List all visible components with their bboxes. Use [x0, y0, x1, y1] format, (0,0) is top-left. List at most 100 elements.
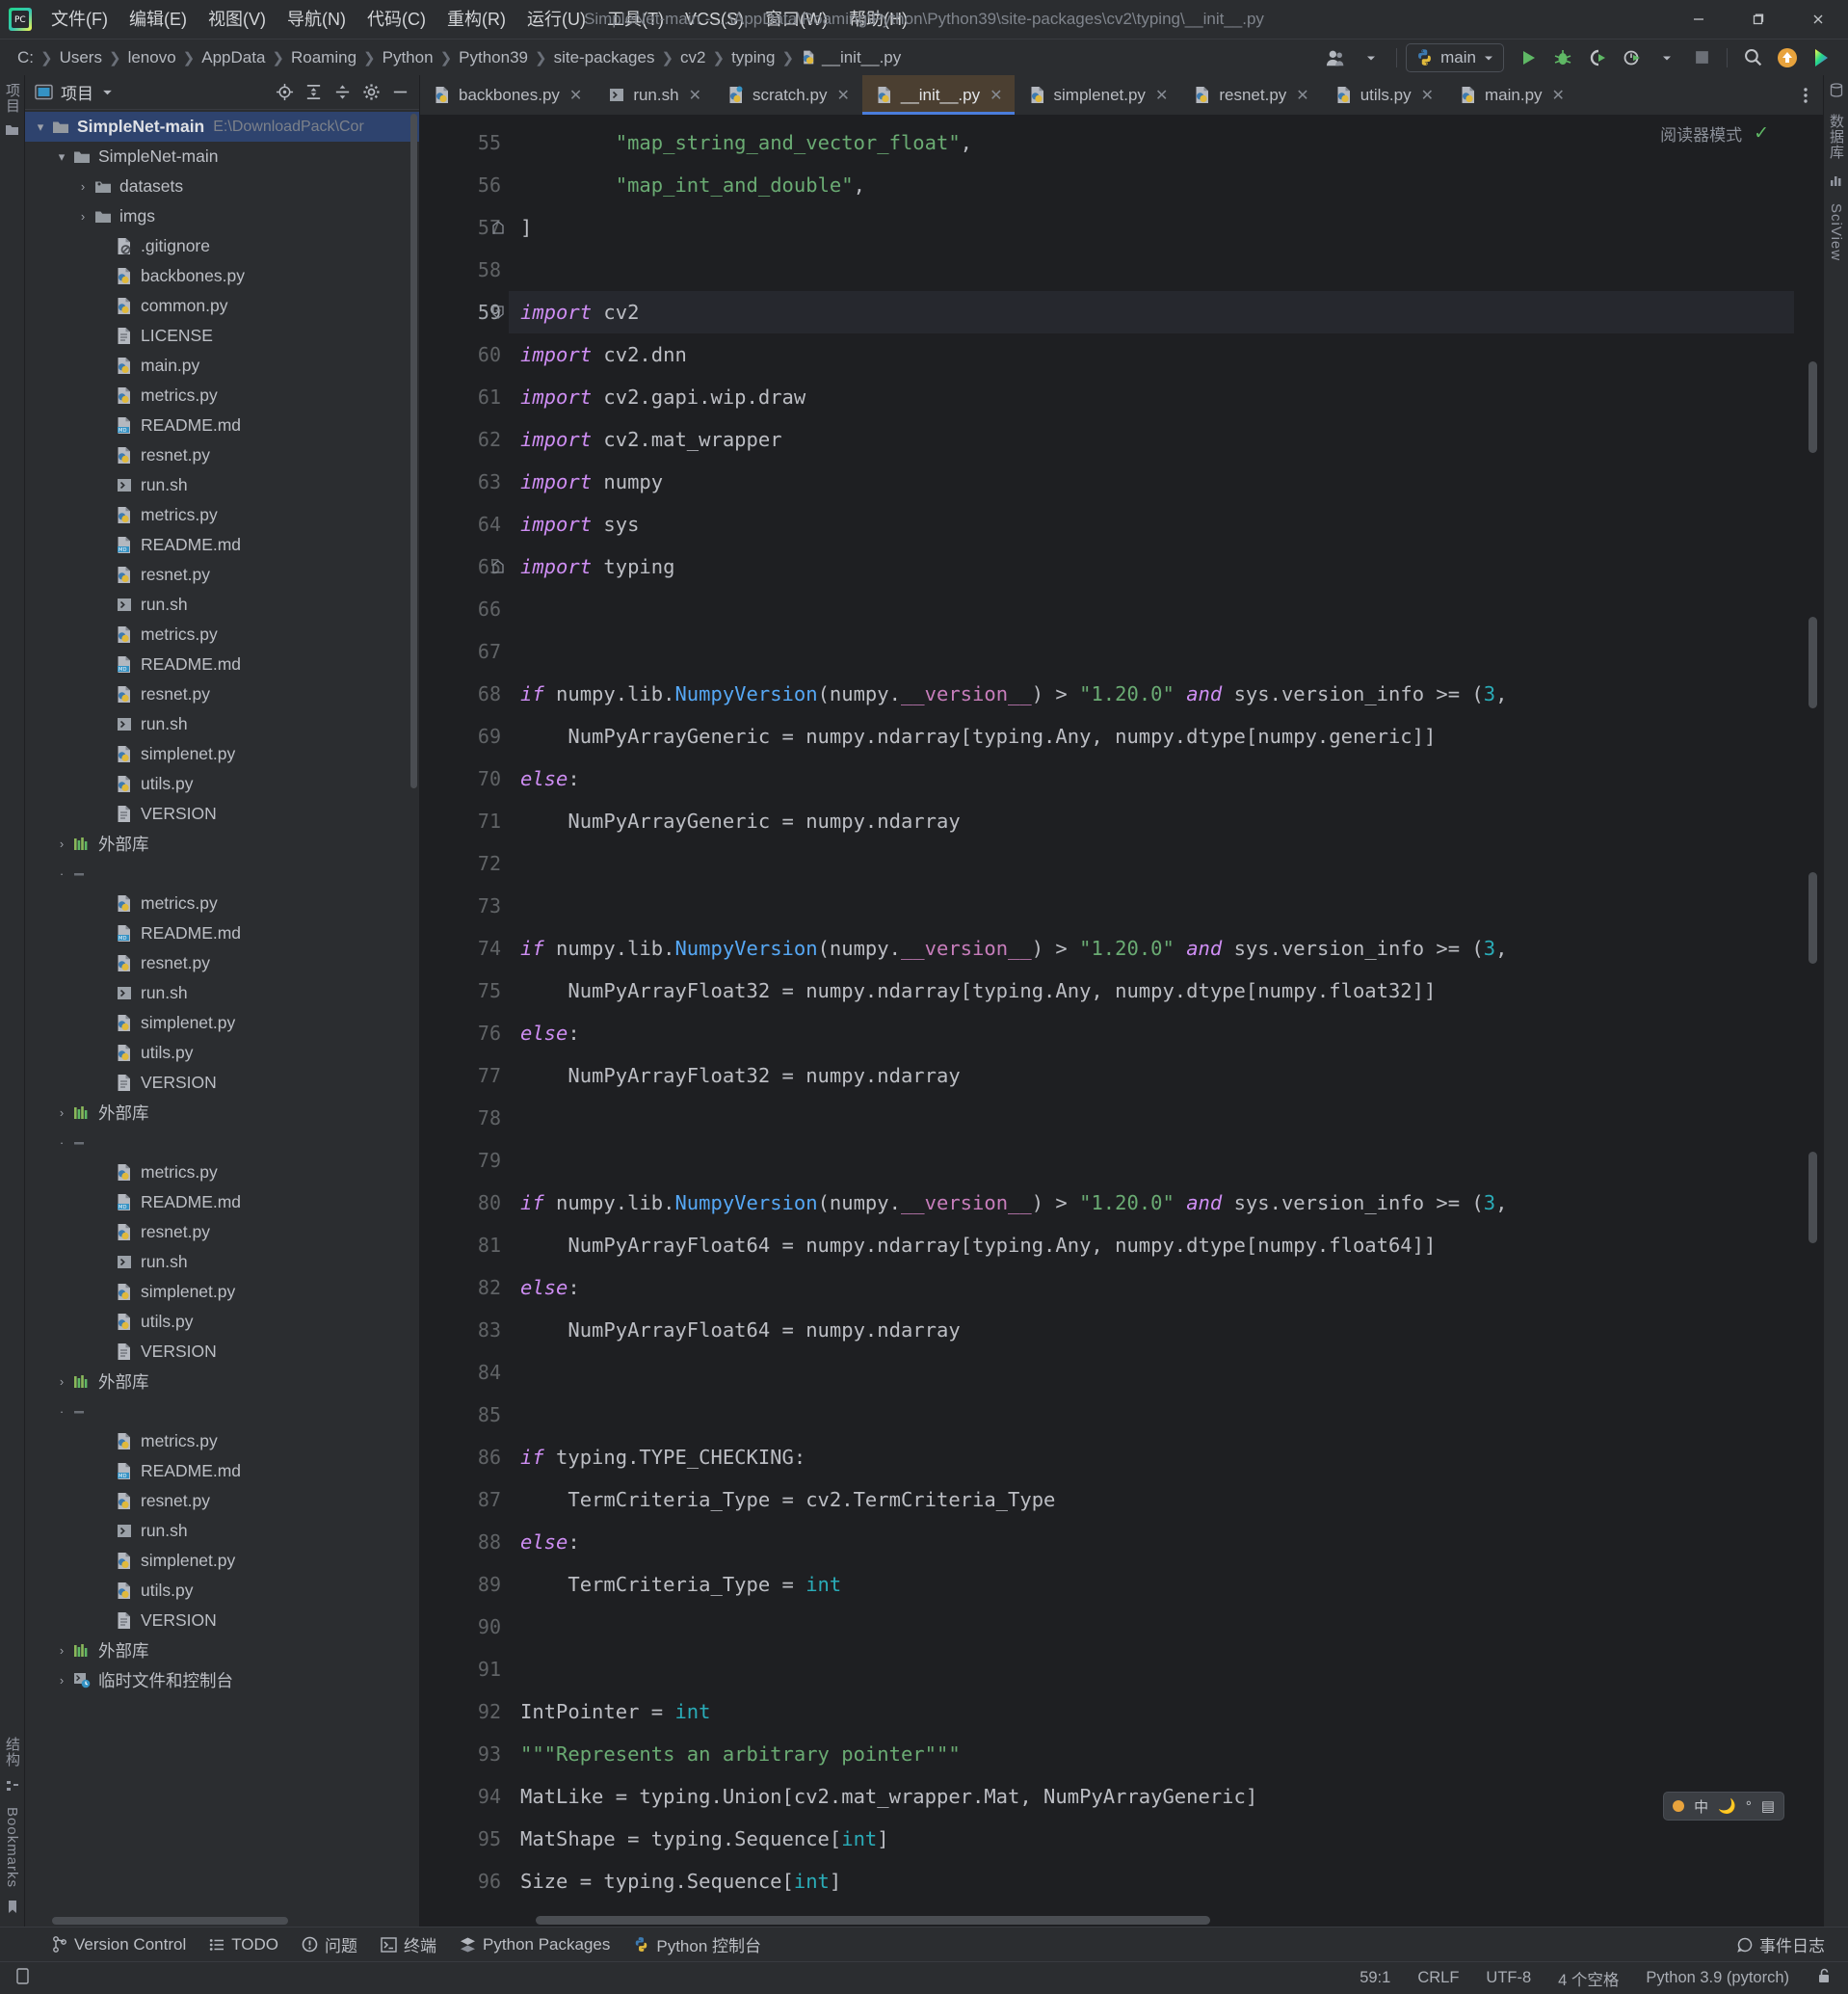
chevron-right-icon[interactable]: › [52, 837, 71, 851]
tree-item-run-sh[interactable]: run.sh [25, 1516, 419, 1546]
fold-end-icon[interactable] [491, 221, 505, 234]
line-number[interactable]: 72 [420, 842, 509, 885]
locate-file-icon[interactable] [272, 79, 298, 105]
close-tab-icon[interactable]: ✕ [1421, 86, 1434, 105]
ime-menu-icon[interactable]: ▤ [1761, 1797, 1775, 1815]
tool-python-packages[interactable]: Python Packages [450, 1931, 620, 1958]
tree-item--gitignore[interactable]: .gitignore [25, 231, 419, 261]
code-line[interactable] [509, 249, 1794, 291]
line-number[interactable]: 81 [420, 1224, 509, 1266]
code-line[interactable]: TermCriteria_Type = int [509, 1563, 1794, 1606]
breadcrumb-item[interactable]: Roaming [287, 48, 360, 67]
moon-icon[interactable]: 🌙 [1718, 1797, 1736, 1815]
breadcrumb-item[interactable]: AppData [198, 48, 269, 67]
tree-item-version[interactable]: VERSION [25, 1606, 419, 1635]
tree-item-metrics-py[interactable]: metrics.py [25, 889, 419, 918]
tree-item-main-py[interactable]: main.py [25, 351, 419, 381]
code-line[interactable]: NumPyArrayGeneric = numpy.ndarray [509, 800, 1794, 842]
menu-help[interactable]: 帮助(H) [838, 0, 918, 39]
tree-item-readme-md[interactable]: MD README.md [25, 650, 419, 679]
tree-item-utils-py[interactable]: utils.py [25, 769, 419, 799]
stop-button[interactable] [1685, 43, 1718, 72]
tool-version-control[interactable]: Version Control [42, 1931, 196, 1958]
breadcrumb-item[interactable]: Users [56, 48, 106, 67]
memory-indicator-icon[interactable] [12, 1967, 34, 1990]
tree-spacer[interactable]: · [52, 866, 71, 881]
code-line[interactable] [509, 1648, 1794, 1690]
line-number[interactable]: 92 [420, 1690, 509, 1733]
run-with-coverage-button[interactable] [1581, 43, 1614, 72]
breadcrumb-item[interactable]: C: [13, 48, 38, 67]
menu-file[interactable]: 文件(F) [40, 0, 119, 39]
collapse-all-icon[interactable] [330, 79, 356, 105]
tree-item-run-sh[interactable]: run.sh [25, 590, 419, 620]
project-tree[interactable]: ▾ SimpleNet-main E:\DownloadPack\Cor ▾ Simpl… [25, 110, 419, 1914]
line-number[interactable]: 74 [420, 927, 509, 970]
close-tab-icon[interactable]: ✕ [990, 86, 1002, 105]
code-line[interactable]: if numpy.lib.NumpyVersion(numpy.__versio… [509, 673, 1794, 715]
lock-icon[interactable] [1813, 1967, 1835, 1989]
ime-status-bar[interactable]: 中 🌙 ° ▤ [1663, 1792, 1784, 1821]
code-line[interactable] [509, 630, 1794, 673]
tree-item-utils-py[interactable]: utils.py [25, 1307, 419, 1337]
code-line[interactable] [509, 1394, 1794, 1436]
chevron-right-icon[interactable]: › [52, 1105, 71, 1120]
close-tab-icon[interactable]: ✕ [836, 86, 849, 105]
line-number[interactable]: 73 [420, 885, 509, 927]
line-number[interactable]: 76 [420, 1012, 509, 1054]
line-number[interactable]: 62 [420, 418, 509, 461]
tool-event-log[interactable]: 事件日志 [1728, 1931, 1835, 1958]
tree-item-resnet-py[interactable]: resnet.py [25, 560, 419, 590]
code-line[interactable]: "map_int_and_double", [509, 164, 1794, 206]
tree-item-resnet-py[interactable]: resnet.py [25, 1486, 419, 1516]
tree-item-utils-py[interactable]: utils.py [25, 1576, 419, 1606]
tree-item-metrics-py[interactable]: metrics.py [25, 1157, 419, 1187]
code-line[interactable]: NumPyArrayFloat64 = numpy.ndarray [509, 1309, 1794, 1351]
code-line[interactable]: if numpy.lib.NumpyVersion(numpy.__versio… [509, 927, 1794, 970]
caret-position[interactable]: 59:1 [1357, 1969, 1393, 1987]
code-line[interactable]: if numpy.lib.NumpyVersion(numpy.__versio… [509, 1182, 1794, 1224]
code-line[interactable]: MatShape = typing.Sequence[int] [509, 1818, 1794, 1860]
tree-item-run-sh[interactable]: run.sh [25, 709, 419, 739]
search-everywhere-icon[interactable] [1736, 43, 1769, 72]
code-line[interactable] [509, 1139, 1794, 1182]
project-tree-scrollbar[interactable] [410, 114, 417, 788]
tree-item-resnet-py[interactable]: resnet.py [25, 440, 419, 470]
gear-icon[interactable] [358, 79, 384, 105]
tree-item-metrics-py[interactable]: metrics.py [25, 381, 419, 411]
tree-item-simplenet-py[interactable]: simplenet.py [25, 1277, 419, 1307]
line-number[interactable]: 61 [420, 376, 509, 418]
breadcrumb-item[interactable]: typing [727, 48, 779, 67]
line-number[interactable]: 85 [420, 1394, 509, 1436]
code-line[interactable]: """Represents an arbitrary pointer""" [509, 1733, 1794, 1775]
menu-vcs[interactable]: VCS(S) [674, 0, 754, 39]
profile-button[interactable] [1616, 43, 1649, 72]
line-number[interactable]: 69 [420, 715, 509, 758]
tree-item-placeholder[interactable]: · [25, 1128, 419, 1157]
tree-item-simplenet-main[interactable]: ▾ SimpleNet-main E:\DownloadPack\Cor [25, 112, 419, 142]
chevron-right-icon[interactable]: › [73, 179, 92, 194]
code-line[interactable]: ] [509, 206, 1794, 249]
tree-item-resnet-py[interactable]: resnet.py [25, 1217, 419, 1247]
tree-item----[interactable]: › 外部库 [25, 829, 419, 859]
tree-item-run-sh[interactable]: run.sh [25, 978, 419, 1008]
editor-tab-scratch-py[interactable]: scratch.py ✕ [714, 75, 862, 115]
tree-item-readme-md[interactable]: MD README.md [25, 411, 419, 440]
line-number[interactable]: 66 [420, 588, 509, 630]
tree-item-placeholder[interactable]: · [25, 1396, 419, 1426]
line-number[interactable]: 87 [420, 1478, 509, 1521]
code-line[interactable] [509, 588, 1794, 630]
close-tab-icon[interactable]: ✕ [1552, 86, 1565, 105]
rail-sciview-label[interactable]: SciView [1828, 203, 1844, 261]
menu-run[interactable]: 运行(U) [516, 0, 596, 39]
line-number[interactable]: 90 [420, 1606, 509, 1648]
line-number[interactable]: 93 [420, 1733, 509, 1775]
code-line[interactable]: import numpy [509, 461, 1794, 503]
tree-item-metrics-py[interactable]: metrics.py [25, 500, 419, 530]
code-line[interactable]: else: [509, 1521, 1794, 1563]
line-number[interactable]: 56 [420, 164, 509, 206]
tree-item-readme-md[interactable]: MD README.md [25, 918, 419, 948]
line-number[interactable]: 80 [420, 1182, 509, 1224]
editor-tab---init---py[interactable]: __init__.py ✕ [861, 75, 1016, 115]
close-tab-icon[interactable]: ✕ [689, 86, 701, 105]
